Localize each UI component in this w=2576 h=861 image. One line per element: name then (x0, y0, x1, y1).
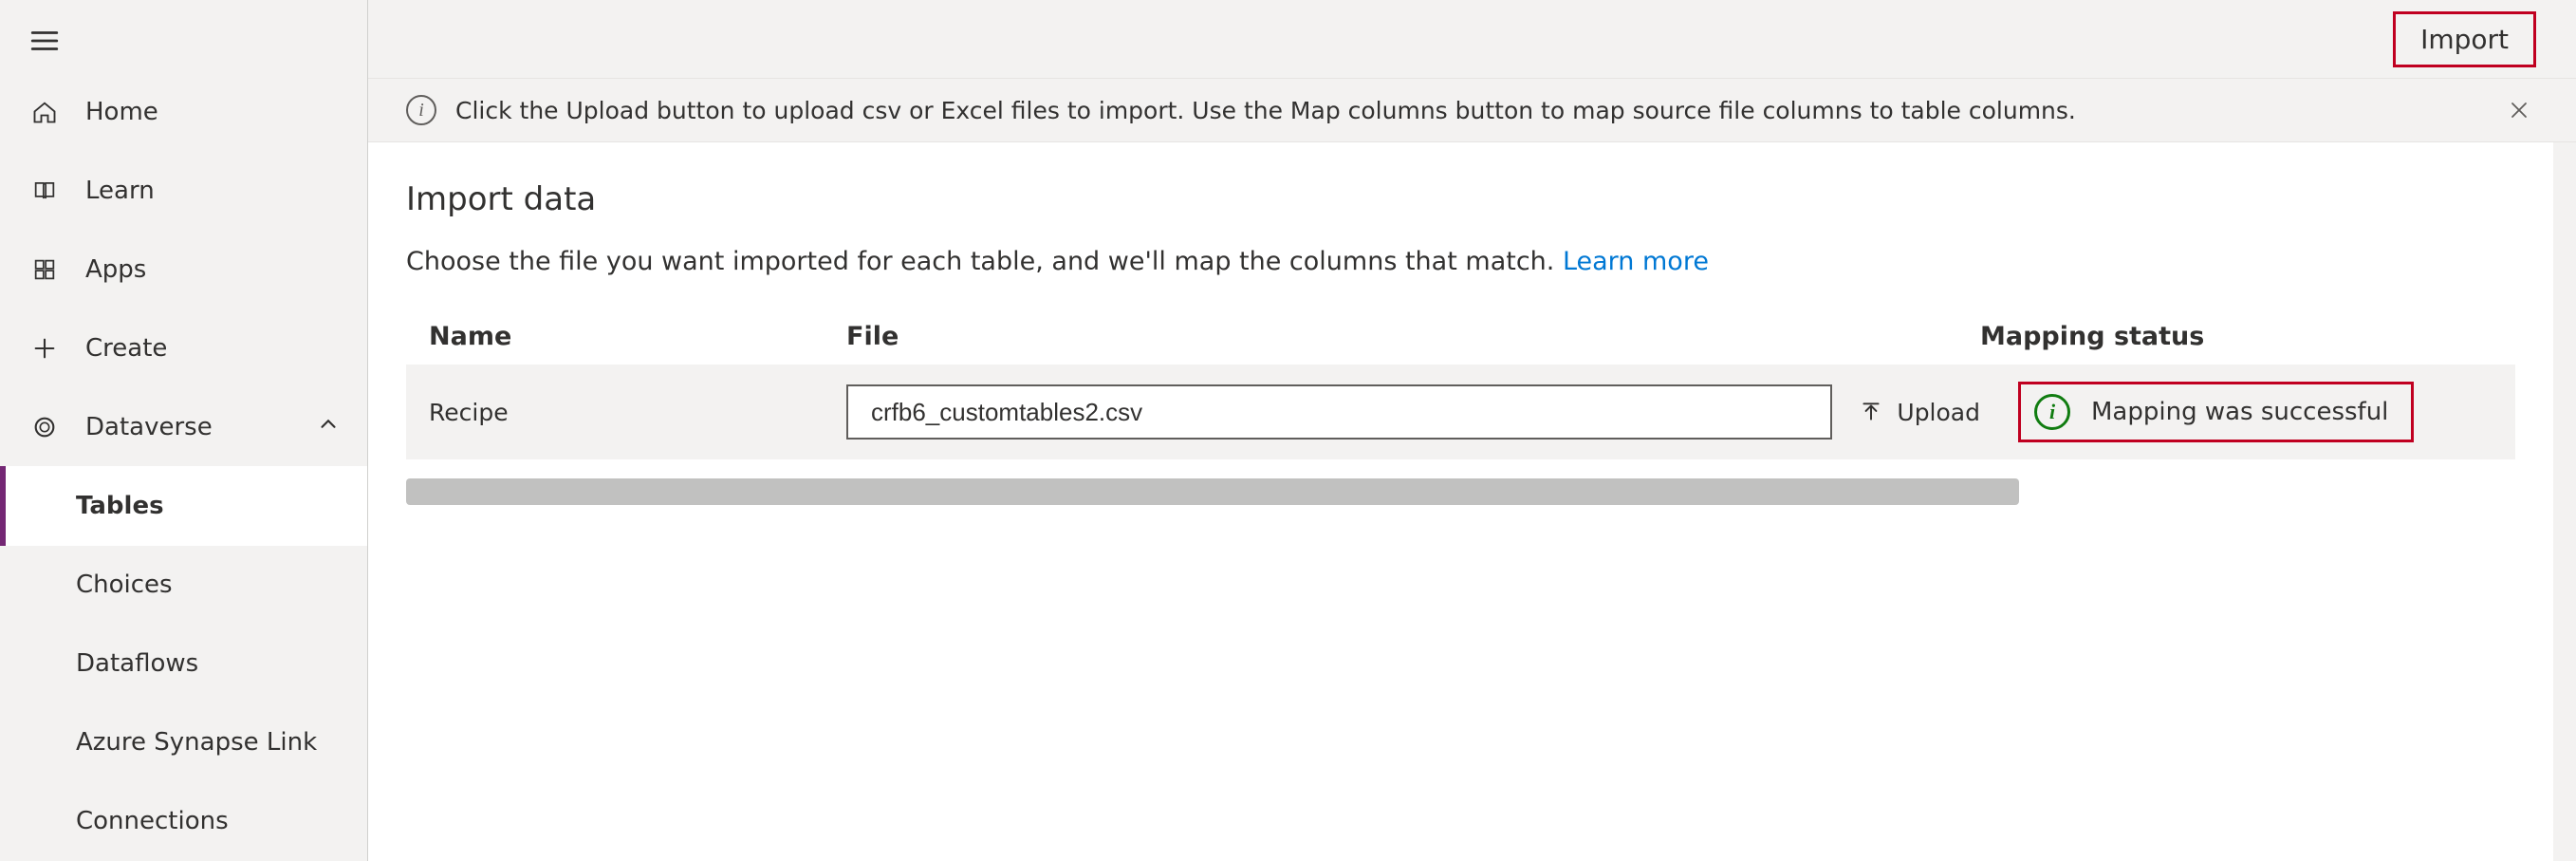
nav-apps[interactable]: Apps (0, 230, 367, 309)
col-header-file: File (846, 322, 1980, 351)
horizontal-scrollbar[interactable] (406, 478, 2019, 505)
nav-choices[interactable]: Choices (0, 546, 367, 625)
info-icon: i (406, 95, 436, 125)
info-banner: i Click the Upload button to upload csv … (368, 78, 2576, 142)
table-header: Name File Mapping status (406, 322, 2515, 365)
col-header-name: Name (429, 322, 846, 351)
table-row: Recipe Upload i Mapping was successful (406, 365, 2515, 459)
dataverse-icon (28, 411, 61, 443)
nav-learn-label: Learn (85, 177, 155, 205)
nav-home[interactable]: Home (0, 72, 367, 151)
menu-icon (28, 25, 61, 57)
nav-apps-label: Apps (85, 255, 146, 284)
topbar: Import (368, 0, 2576, 78)
book-icon (28, 175, 61, 207)
nav-choices-label: Choices (76, 571, 173, 599)
row-file-cell: Upload (846, 384, 1980, 440)
nav-home-label: Home (85, 98, 158, 126)
nav-tables[interactable]: Tables (0, 466, 367, 545)
content-card: Import data Choose the file you want imp… (368, 142, 2553, 861)
import-button[interactable]: Import (2393, 11, 2536, 67)
page-description: Choose the file you want imported for ea… (406, 247, 2515, 276)
left-nav: Home Learn Apps Create Dataverse (0, 0, 368, 861)
main-area: Import i Click the Upload button to uplo… (368, 0, 2576, 861)
nav-create-label: Create (85, 334, 167, 363)
file-input[interactable] (846, 384, 1832, 440)
nav-dataflows[interactable]: Dataflows (0, 625, 367, 703)
nav-connections-label: Connections (76, 807, 229, 835)
banner-text: Click the Upload button to upload csv or… (455, 97, 2481, 124)
hamburger-button[interactable] (0, 8, 367, 72)
col-header-status: Mapping status (1980, 322, 2493, 351)
nav-create[interactable]: Create (0, 309, 367, 387)
learn-more-link[interactable]: Learn more (1563, 247, 1709, 276)
nav-synapse[interactable]: Azure Synapse Link (0, 703, 367, 782)
nav-dataverse[interactable]: Dataverse (0, 387, 367, 466)
nav-connections[interactable]: Connections (0, 782, 367, 861)
status-text: Mapping was successful (2091, 398, 2388, 426)
close-icon (2508, 99, 2530, 122)
nav-tables-label: Tables (76, 492, 164, 520)
page-description-text: Choose the file you want imported for ea… (406, 247, 1563, 276)
nav-dataflows-label: Dataflows (76, 649, 198, 678)
row-status-cell: i Mapping was successful (1980, 382, 2493, 442)
import-button-label: Import (2420, 24, 2509, 55)
banner-close-button[interactable] (2500, 91, 2538, 129)
chevron-up-icon (316, 411, 341, 442)
nav-dataverse-label: Dataverse (85, 413, 213, 441)
plus-icon (28, 332, 61, 365)
status-success-pill: i Mapping was successful (2018, 382, 2414, 442)
home-icon (28, 96, 61, 128)
nav-synapse-label: Azure Synapse Link (76, 728, 317, 757)
page-title: Import data (406, 180, 2515, 218)
upload-button[interactable]: Upload (1859, 399, 1980, 426)
upload-button-label: Upload (1897, 399, 1980, 426)
nav-learn[interactable]: Learn (0, 151, 367, 230)
apps-icon (28, 253, 61, 286)
row-name-cell: Recipe (429, 399, 846, 426)
success-icon: i (2034, 394, 2070, 430)
upload-icon (1859, 400, 1883, 424)
